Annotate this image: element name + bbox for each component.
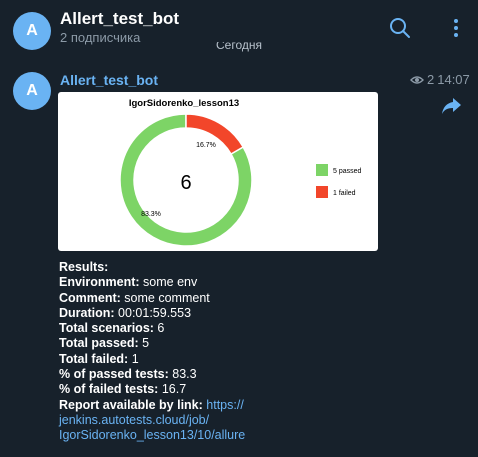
line-value: 5 — [142, 336, 150, 351]
line-value: 1 — [131, 351, 139, 366]
date-separator: Сегодня — [216, 42, 262, 52]
message-time: 14:07 — [437, 72, 470, 87]
line-value: some env — [143, 275, 198, 290]
line-label: Results: — [59, 260, 109, 274]
line-label: Total scenarios: — [59, 321, 154, 336]
line-value: 00:01:59.553 — [118, 305, 192, 320]
report-link-part-1[interactable]: jenkins.autotests.cloud/job/ — [59, 413, 209, 427]
line-label: Comment: — [59, 290, 121, 305]
more-vertical-icon — [454, 19, 458, 37]
message-meta: 2 14:07 — [410, 72, 470, 87]
message-line: Comment: some comment — [59, 291, 359, 306]
line-value: some comment — [124, 290, 210, 305]
legend-swatch — [316, 164, 328, 176]
line-label: % of passed tests: — [59, 367, 169, 382]
line-value: 6 — [157, 321, 165, 336]
chart-title: IgorSidorenko_lesson13 — [129, 98, 239, 109]
line-label: Duration: — [59, 305, 115, 320]
line-value: 83.3 — [172, 367, 197, 382]
share-button[interactable] — [441, 96, 463, 116]
line-label: Total failed: — [59, 351, 129, 366]
sender-name[interactable]: Allert_test_bot — [60, 72, 158, 88]
sender-avatar[interactable]: A — [13, 72, 51, 110]
line-label: Environment: — [59, 275, 140, 290]
line-label: % of failed tests: — [59, 382, 159, 397]
report-link-part-0[interactable]: https:// — [206, 398, 244, 412]
line-value: 16.7 — [161, 382, 187, 397]
share-arrow-icon — [442, 98, 461, 114]
report-line: Report available by link: https:// — [59, 398, 359, 413]
line-label: Total passed: — [59, 336, 139, 351]
search-button[interactable] — [388, 16, 412, 40]
message-line: Total scenarios: 6 — [59, 321, 359, 336]
report-link-part-2[interactable]: IgorSidorenko_lesson13/10/allure — [59, 428, 245, 442]
legend-label: 5 passed — [333, 168, 362, 175]
message-line: Environment: some env — [59, 275, 359, 290]
message-line: Duration: 00:01:59.553 — [59, 306, 359, 321]
chart-center-label: 6 — [180, 172, 191, 194]
message-line: % of passed tests: 83.3 — [59, 367, 359, 382]
slice-percent-label: 83.3% — [141, 211, 161, 218]
allure-pie-chart: IgorSidorenko_lesson13 6 83.3% 16.7% 5 pa… — [119, 98, 362, 247]
slice-percent-label: 16.7% — [196, 142, 216, 149]
message-line: Total failed: 1 — [59, 352, 359, 367]
more-menu-button[interactable] — [444, 16, 468, 40]
legend-label: 1 failed — [333, 190, 356, 197]
search-icon — [390, 18, 410, 38]
message-line: Total passed: 5 — [59, 336, 359, 351]
view-count: 2 — [427, 72, 435, 87]
allure-chart-image[interactable]: IgorSidorenko_lesson13 6 83.3% 16.7% 5 pa… — [58, 92, 378, 251]
legend-swatch — [316, 186, 328, 198]
channel-title[interactable]: Allert_test_bot — [60, 9, 179, 29]
message-line: Results: — [59, 260, 359, 275]
message-text: Results: Environment: some env Comment: so… — [59, 260, 359, 444]
report-label: Report available by link: — [59, 397, 203, 412]
eye-icon — [410, 75, 424, 84]
message-line: % of failed tests: 16.7 — [59, 382, 359, 397]
